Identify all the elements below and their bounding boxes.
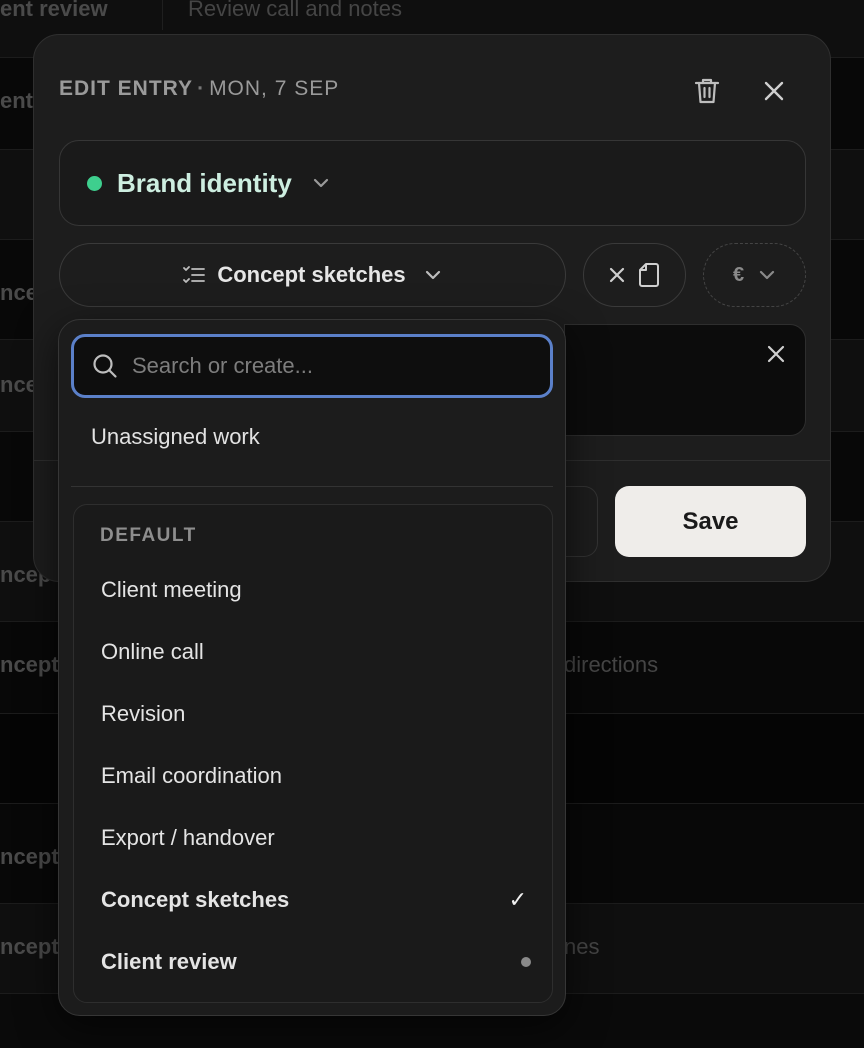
task-option-label: Email coordination: [101, 763, 282, 788]
task-option-email-coordination[interactable]: Email coordination: [101, 756, 531, 796]
save-button[interactable]: Save: [615, 486, 806, 557]
row-note: directions: [564, 652, 659, 677]
chevron-down-icon: [424, 269, 442, 281]
task-option-label: Revision: [101, 701, 186, 726]
current-indicator-dot-icon: [521, 957, 531, 967]
entry-date: MON, 7 SEP: [209, 77, 340, 100]
modal-title-text: EDIT ENTRY: [59, 77, 194, 100]
search-icon: [93, 354, 117, 378]
remove-file-button[interactable]: [583, 243, 686, 307]
close-icon: [764, 81, 784, 101]
notes-field[interactable]: [564, 324, 806, 436]
task-label: Concept sketches: [217, 262, 406, 287]
row-task: ncept: [0, 652, 59, 677]
group-title: DEFAULT: [100, 525, 197, 546]
title-separator: ·: [197, 77, 206, 100]
task-option-export-handover[interactable]: Export / handover: [101, 818, 531, 858]
row-task: ncept: [0, 934, 59, 959]
task-option-label: Online call: [101, 639, 204, 664]
task-option-client-review[interactable]: Client review: [101, 942, 531, 982]
search-input[interactable]: [132, 353, 532, 379]
task-select-button[interactable]: Concept sketches: [59, 243, 566, 307]
column-divider: [162, 0, 163, 30]
clear-notes-button[interactable]: [767, 345, 785, 368]
row-task: ncept: [0, 844, 59, 869]
close-icon: [609, 267, 624, 283]
close-icon: [767, 345, 785, 363]
currency-symbol: €: [732, 263, 745, 286]
project-name: Brand identity: [117, 167, 292, 198]
task-option-label: Client review: [101, 949, 237, 974]
row-task: ent: [0, 88, 33, 113]
task-option-revision[interactable]: Revision: [101, 694, 531, 734]
task-option-client-meeting[interactable]: Client meeting: [101, 570, 531, 610]
row-note: nes: [564, 934, 600, 959]
search-field[interactable]: [71, 334, 553, 398]
chevron-down-icon: [759, 270, 775, 280]
task-option-label: Concept sketches: [101, 887, 290, 912]
file-icon: [638, 263, 659, 287]
modal-title: EDIT ENTRY · MON, 7 SEP: [59, 77, 339, 101]
task-list-icon: [183, 266, 206, 283]
chevron-down-icon: [312, 177, 330, 189]
row-note: Review call and notes: [188, 0, 403, 21]
task-dropdown: Unassigned work DEFAULT Client meeting O…: [58, 319, 566, 1016]
task-group-default: DEFAULT Client meeting Online call Revis…: [73, 504, 553, 1003]
task-option-label: Export / handover: [101, 825, 275, 850]
currency-select[interactable]: €: [703, 243, 806, 307]
project-color-dot: [87, 175, 102, 191]
task-option-concept-sketches[interactable]: Concept sketches ✓: [101, 880, 531, 920]
trash-icon: [694, 78, 720, 104]
checkmark-icon: ✓: [508, 887, 527, 912]
task-option-label: Client meeting: [101, 577, 242, 602]
close-button[interactable]: [756, 73, 792, 109]
task-option-online-call[interactable]: Online call: [101, 632, 531, 672]
project-select[interactable]: Brand identity: [59, 140, 806, 226]
delete-button[interactable]: [689, 73, 725, 109]
dropdown-divider: [71, 486, 553, 487]
row-task: ent review: [0, 0, 108, 21]
unassigned-option[interactable]: Unassigned work: [91, 424, 260, 450]
